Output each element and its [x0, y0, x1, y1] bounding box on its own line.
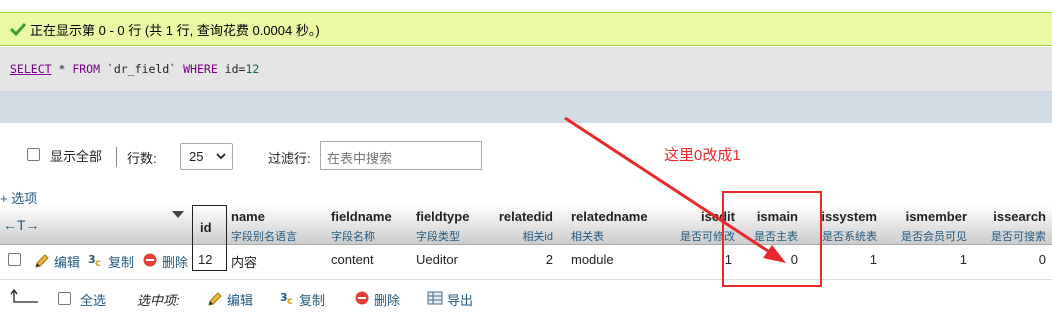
bulk-export-link[interactable]: 导出	[447, 290, 473, 309]
rows-per-page-select[interactable]: 25	[180, 143, 233, 170]
sql-value: 12	[245, 62, 260, 76]
row-delete-link[interactable]: 删除	[162, 252, 188, 271]
selected-items-label: 选中项:	[137, 293, 180, 308]
select-all-checkbox[interactable]	[58, 292, 71, 305]
select-all-label[interactable]: 全选	[80, 290, 106, 309]
filter-rows-label: 过滤行:	[268, 151, 311, 166]
select-arrow-icon	[10, 289, 38, 303]
cell-fieldtype[interactable]: Ueditor	[416, 252, 458, 267]
success-message-text: 正在显示第 0 - 0 行 (共 1 行, 查询花费 0.0004 秒。)	[30, 22, 320, 38]
show-all-label: 显示全部	[50, 149, 103, 164]
controls-divider	[116, 147, 117, 167]
checkmark-icon	[10, 22, 26, 36]
column-header-issearch[interactable]: issearch	[975, 209, 1046, 224]
delete-icon[interactable]	[355, 291, 369, 305]
copy-icon[interactable]: 3 c	[280, 290, 296, 306]
row-checkbox[interactable]	[8, 253, 21, 266]
column-header-relatedname[interactable]: relatedname	[571, 209, 648, 224]
cell-relatedname[interactable]: module	[571, 252, 614, 267]
bulk-edit-link[interactable]: 编辑	[227, 290, 253, 309]
row-edit-link[interactable]: 编辑	[54, 252, 80, 271]
column-header-ismember[interactable]: ismember	[885, 209, 967, 224]
svg-text:c: c	[95, 258, 101, 268]
sql-keyword-from: FROM	[72, 62, 101, 76]
column-comment-issearch: 是否可搜索	[991, 231, 1046, 243]
show-all-checkbox[interactable]	[27, 148, 40, 161]
column-header-id[interactable]: id	[200, 220, 212, 235]
column-comment-fieldname: 字段名称	[331, 231, 375, 243]
filter-rows-input[interactable]: 在表中搜索	[320, 141, 482, 170]
export-icon[interactable]	[427, 291, 443, 305]
sql-star: *	[51, 62, 73, 76]
cell-ismember[interactable]: 1	[885, 252, 967, 267]
rows-label: 行数:	[127, 151, 157, 166]
delete-icon[interactable]	[143, 253, 157, 267]
column-comment-name: 字段别名语言	[231, 231, 297, 243]
row-copy-link[interactable]: 复制	[108, 252, 134, 271]
bulk-copy-link[interactable]: 复制	[299, 290, 325, 309]
column-comment-ismember: 是否会员可见	[901, 231, 967, 243]
table-controls: 显示全部 行数: 25 过滤行: 在表中搜索	[0, 140, 500, 170]
cell-id[interactable]: 12	[198, 252, 212, 267]
column-header-name[interactable]: name	[231, 209, 265, 224]
sql-keyword-where: WHERE	[183, 62, 218, 76]
sql-query-box[interactable]: SELECT * FROM `dr_field` WHERE id= 12	[0, 47, 1052, 91]
column-header-fieldname[interactable]: fieldname	[331, 209, 392, 224]
cell-name[interactable]: 内容	[231, 252, 257, 271]
column-comment-relatedname: 相关表	[571, 231, 604, 243]
sql-keyword-select[interactable]: SELECT	[10, 62, 52, 76]
cell-fieldname[interactable]: content	[331, 252, 374, 267]
column-header-relatedid[interactable]: relatedid	[480, 209, 553, 224]
column-comment-relatedid: 相关id	[522, 231, 553, 243]
bulk-actions-bar: 全选 选中项: 编辑 3 c 复制 删除 导出	[0, 285, 600, 313]
annotation-highlight-box	[722, 191, 822, 287]
column-comment-fieldtype: 字段类型	[416, 231, 460, 243]
bulk-delete-link[interactable]: 删除	[374, 290, 400, 309]
column-sort-arrows[interactable]: ←T→	[3, 217, 40, 233]
cell-issearch[interactable]: 0	[975, 252, 1046, 267]
pencil-edit-icon[interactable]	[207, 291, 223, 307]
annotation-note: 这里0改成1	[664, 147, 741, 164]
rows-per-page-value: 25	[189, 149, 204, 164]
sql-condition: id=	[217, 62, 246, 76]
column-menu-triangle-icon[interactable]	[172, 211, 184, 219]
chevron-down-icon	[216, 153, 226, 160]
query-tools-bar	[0, 91, 1052, 123]
column-header-fieldtype[interactable]: fieldtype	[416, 209, 469, 224]
results-table: ←T→ id name 字段别名语言 fieldname 字段名称 fieldt…	[0, 205, 1052, 280]
sql-table-name: `dr_field`	[100, 62, 184, 76]
cell-relatedid[interactable]: 2	[480, 252, 553, 267]
pencil-edit-icon[interactable]	[34, 253, 50, 269]
svg-text:c: c	[287, 296, 293, 306]
copy-icon[interactable]: 3 c	[88, 252, 104, 268]
success-message-bar: 正在显示第 0 - 0 行 (共 1 行, 查询花费 0.0004 秒。)	[0, 12, 1052, 46]
